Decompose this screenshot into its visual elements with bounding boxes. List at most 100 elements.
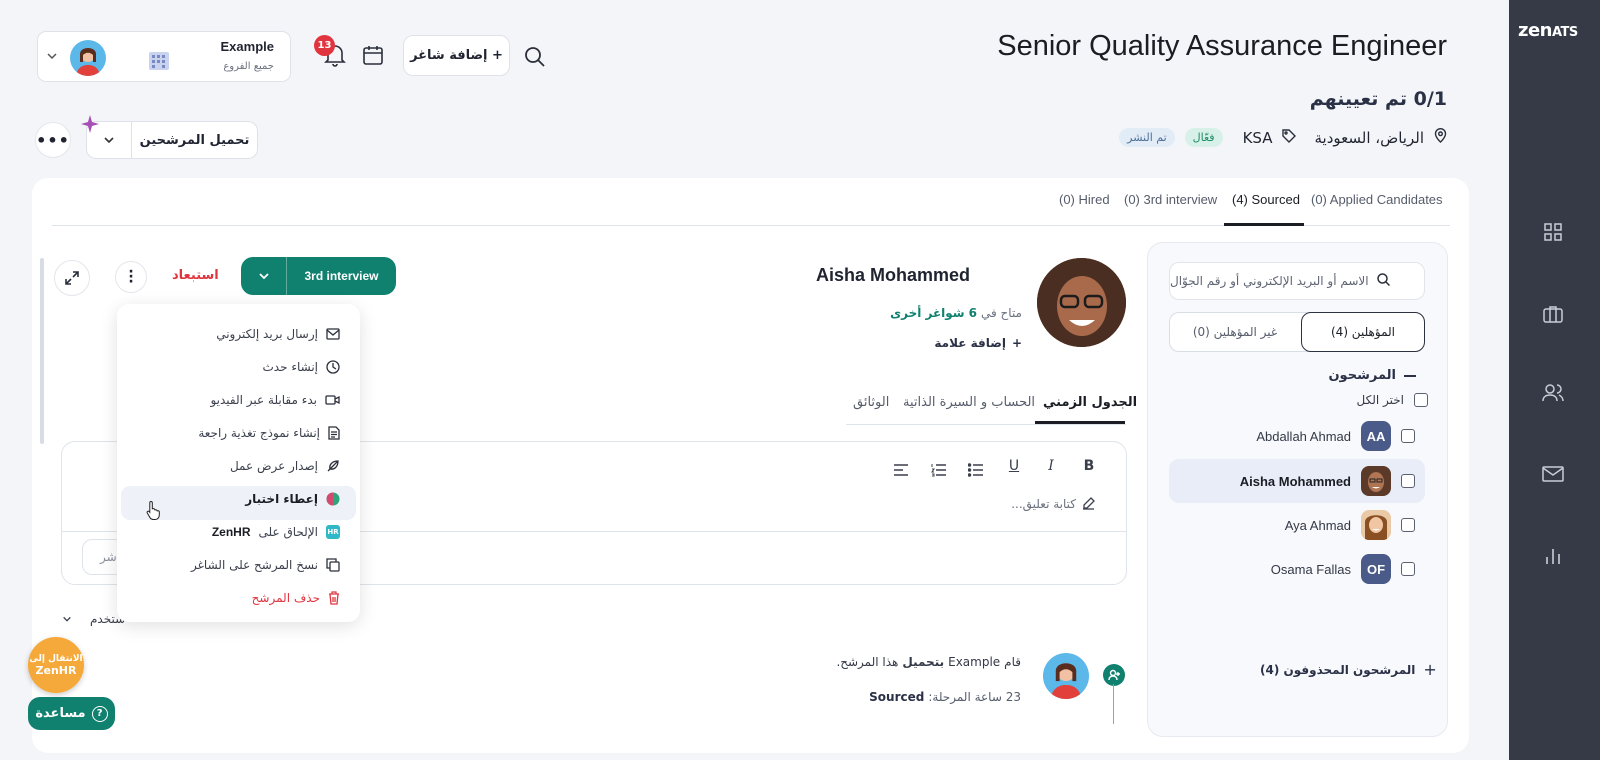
numbered-list-icon[interactable] [931, 463, 947, 481]
candidate-photo [1361, 466, 1391, 496]
add-vacancy-button[interactable]: + إضافة شاغر [403, 35, 510, 76]
menu-give-test[interactable]: إعطاء اختبار [245, 483, 340, 515]
activity-meta: 23 ساعة المرحلة: Sourced [869, 690, 1021, 704]
tag-icon [1282, 128, 1297, 147]
zenats-logo[interactable]: zenATS [1518, 20, 1578, 41]
add-user-icon [1103, 664, 1125, 686]
calendar-icon[interactable] [362, 44, 384, 70]
stage-dropdown-toggle[interactable] [241, 257, 287, 295]
add-tag-button[interactable]: + إضافة علامة [934, 336, 1022, 350]
tab-documents[interactable]: الوثائق [853, 395, 889, 410]
mail-rail-icon[interactable] [1540, 461, 1566, 487]
candidate-actions-button[interactable]: · · · [115, 261, 147, 293]
menu-start-video-interview[interactable]: بدء مقابلة عبر الفيديو [210, 384, 340, 416]
menu-copy-candidate[interactable]: نسخ المرشح على الشاغر [191, 549, 340, 581]
menu-create-feedback-form[interactable]: إنشاء نموذج تغذية راجعة [198, 417, 340, 449]
search-icon[interactable] [524, 46, 546, 72]
align-icon[interactable] [893, 463, 909, 481]
candidate-row[interactable]: Abdallah Ahmad AA [1169, 414, 1425, 458]
briefcase-icon[interactable] [1540, 301, 1566, 327]
menu-attach-zenhr[interactable]: HR الإلحاق على ZenHR [212, 516, 340, 548]
bullet-list-icon[interactable] [967, 463, 984, 481]
zenhr-icon: HR [326, 525, 340, 539]
candidate-checkbox[interactable] [1401, 474, 1415, 488]
upload-candidates-control[interactable]: تحميل المرشحين [86, 121, 258, 159]
trash-icon [329, 591, 339, 605]
more-options-button[interactable]: ••• [35, 122, 71, 158]
select-all-row[interactable]: اختر الكل [1310, 393, 1428, 407]
comment-placeholder: كتابة تعليق... [1011, 497, 1095, 513]
candidate-photo [1361, 510, 1391, 540]
qualified-tab[interactable]: المؤهلين (4) [1301, 312, 1425, 352]
activity-text: قام Example بتحميل هذا المرشح. [836, 655, 1021, 669]
availability-prefix: متاح في [980, 306, 1022, 320]
assigned-count: 0/1 تم تعيينهم [1309, 88, 1447, 110]
deleted-candidates-toggle[interactable]: + المرشحون المحذوفون (4) [1260, 660, 1437, 679]
plus-icon: + [1423, 660, 1437, 679]
zenhr-line-2: ZenHR [35, 664, 77, 677]
italic-icon[interactable]: I [1040, 458, 1062, 474]
reports-icon[interactable] [1540, 543, 1566, 569]
candidate-checkbox[interactable] [1401, 429, 1415, 443]
edit-icon [1082, 497, 1095, 513]
add-tag-label: إضافة علامة [934, 336, 1006, 350]
upload-candidates-label[interactable]: تحميل المرشحين [132, 133, 257, 148]
expand-button[interactable] [54, 260, 90, 296]
move-to-stage-button[interactable]: 3rd interview [287, 257, 396, 295]
menu-label: إنشاء نموذج تغذية راجعة [198, 426, 320, 440]
hand-cursor-icon [145, 500, 163, 524]
reject-button[interactable]: استبعاد [172, 268, 219, 283]
menu-send-email[interactable]: إرسال بريد إلكتروني [216, 318, 340, 350]
candidate-row[interactable]: Aya Ahmad [1169, 503, 1425, 547]
unqualified-tab[interactable]: غير المؤهلين (0) [1169, 312, 1301, 352]
candidate-search-input[interactable]: الاسم أو البريد الإلكتروني أو رقم الجوّا… [1169, 262, 1425, 300]
dashboard-icon[interactable] [1540, 219, 1566, 245]
help-icon: ? [91, 705, 108, 722]
candidate-row-selected[interactable]: Aisha Mohammed [1169, 459, 1425, 503]
candidate-name: Aisha Mohammed [1239, 473, 1351, 489]
menu-label: الإلحاق على [258, 525, 319, 539]
candidate-name: Osama Fallas [1270, 561, 1351, 577]
underline-icon[interactable]: U [1003, 458, 1025, 474]
tab-applied-candidates[interactable]: (0) Applied Candidates [1311, 192, 1443, 207]
menu-label: إعطاء اختبار [245, 492, 318, 506]
scrollbar[interactable] [40, 258, 44, 444]
active-tab-indicator [1224, 223, 1304, 226]
go-to-zenhr-button[interactable]: الانتقال إلى ZenHR [28, 637, 84, 693]
status-active-badge: فعّال [1184, 128, 1223, 147]
menu-delete-candidate[interactable]: حذف المرشح [252, 582, 340, 614]
chevron-down-icon[interactable] [46, 50, 58, 66]
country-tag: KSA [1242, 128, 1273, 147]
menu-create-event[interactable]: إنشاء حدث [262, 351, 340, 383]
activity-time: 23 ساعة المرحلة: [928, 690, 1021, 704]
bold-icon[interactable]: B [1078, 458, 1100, 474]
user-name: Example [220, 39, 274, 54]
select-all-checkbox[interactable] [1414, 393, 1428, 407]
users-icon[interactable] [1540, 380, 1566, 406]
chevron-down-icon [258, 273, 269, 280]
candidate-checkbox[interactable] [1401, 518, 1415, 532]
user-avatar[interactable] [70, 40, 106, 76]
other-vacancies-link[interactable]: شواغر أخرى [890, 306, 965, 320]
availability-count: 6 [968, 306, 977, 320]
help-label: مساعدة [35, 706, 86, 721]
user-filter-dropdown[interactable]: ستخدم [62, 612, 125, 626]
tab-sourced[interactable]: (4) Sourced [1232, 192, 1300, 207]
menu-issue-offer[interactable]: إصدار عرض عمل [230, 450, 340, 482]
job-meta: الرياض، السعودية KSA فعّال تم النشر [1119, 128, 1447, 147]
activity-verb: بتحميل [902, 655, 945, 669]
menu-label: إصدار عرض عمل [229, 459, 318, 473]
help-button[interactable]: مساعدة ? [28, 697, 115, 730]
stage-selector[interactable]: 3rd interview [241, 257, 396, 295]
activity-user-avatar [1043, 653, 1089, 699]
video-icon [325, 395, 340, 405]
candidate-checkbox[interactable] [1401, 562, 1415, 576]
tab-3rd-interview[interactable]: (0) 3rd interview [1124, 192, 1217, 207]
select-all-label: اختر الكل [1356, 393, 1404, 407]
tab-resume[interactable]: الحساب و السيرة الذاتية [903, 395, 1035, 410]
location-pin-icon [1434, 128, 1447, 147]
candidates-group-header[interactable]: المرشحون [1310, 368, 1416, 383]
tab-hired[interactable]: (0) Hired [1059, 192, 1110, 207]
tab-timeline[interactable]: الجدول الزمني [1043, 395, 1137, 410]
candidate-row[interactable]: Osama Fallas OF [1169, 547, 1425, 591]
